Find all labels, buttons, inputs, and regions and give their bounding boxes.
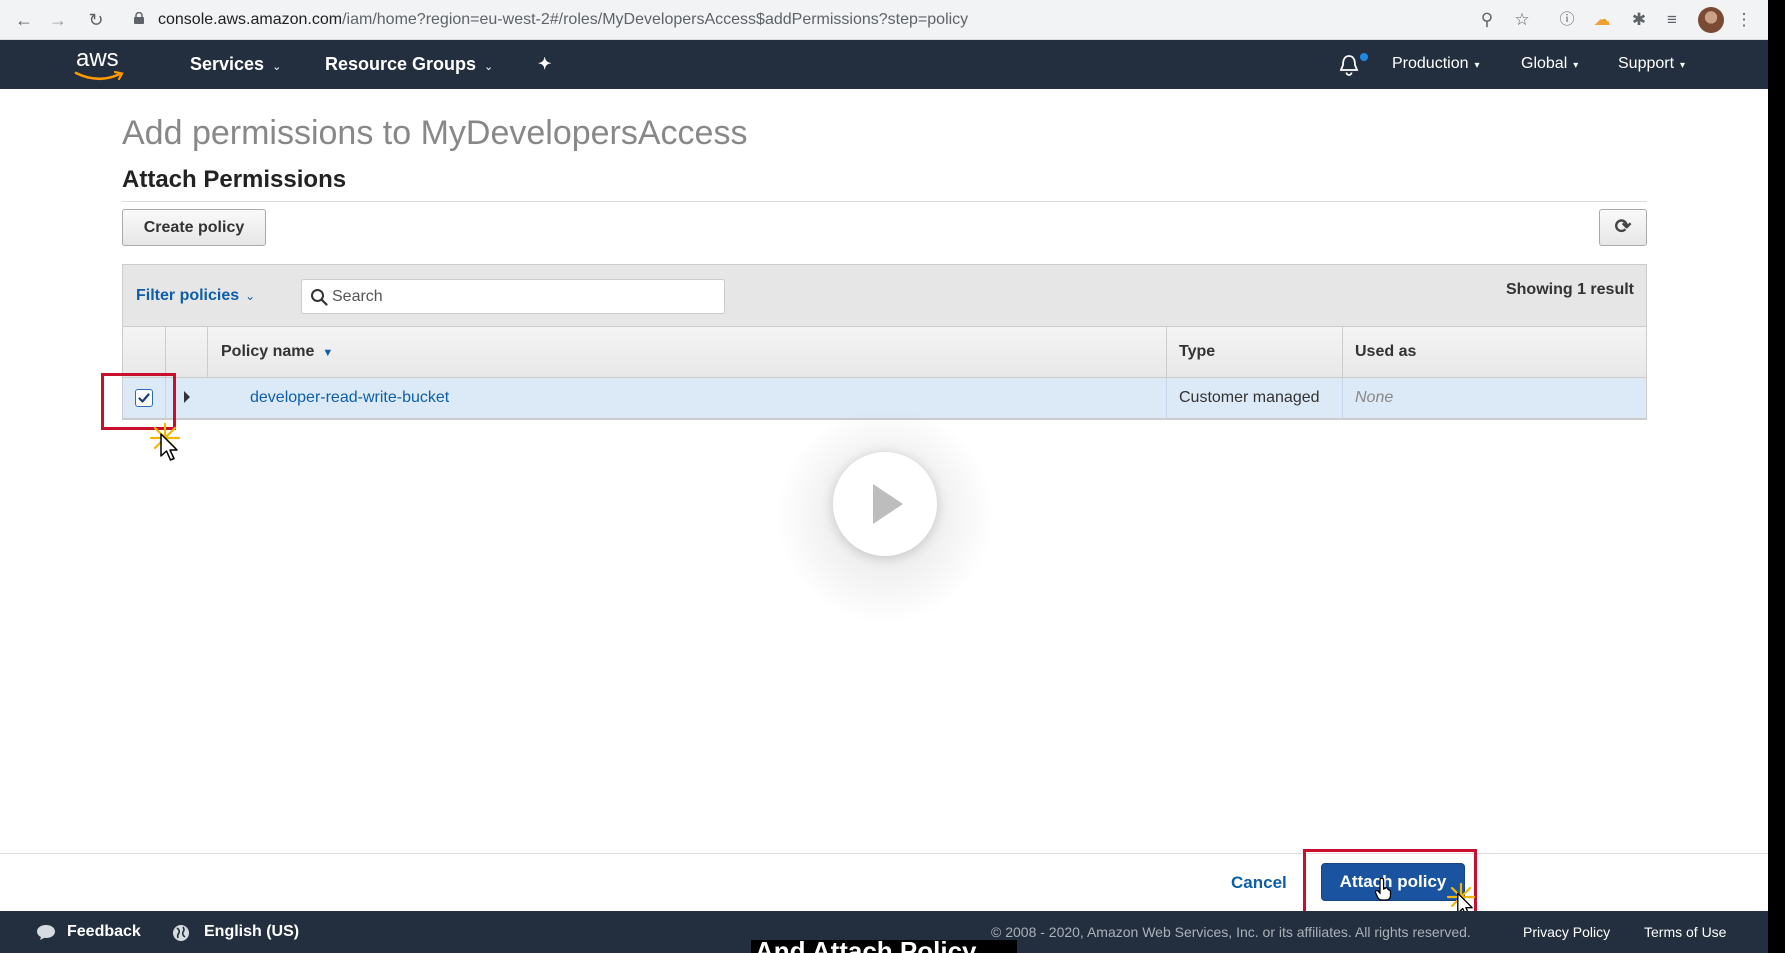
policy-name-link[interactable]: developer-read-write-bucket bbox=[250, 389, 449, 407]
filter-policies-label: Filter policies bbox=[136, 287, 240, 304]
avatar[interactable] bbox=[1698, 7, 1724, 33]
column-divider bbox=[207, 327, 208, 377]
resource-groups-menu[interactable]: Resource Groups ⌄ bbox=[325, 54, 493, 75]
column-divider bbox=[1342, 327, 1343, 377]
services-menu[interactable]: Services ⌄ bbox=[190, 54, 281, 75]
table-header-row: Policy name ▼ Type Used as bbox=[123, 327, 1646, 378]
policy-type: Customer managed bbox=[1179, 389, 1320, 406]
column-header-used-as[interactable]: Used as bbox=[1355, 343, 1416, 361]
support-menu[interactable]: Support ▾ bbox=[1618, 55, 1685, 73]
terms-of-use-link[interactable]: Terms of Use bbox=[1644, 924, 1726, 940]
viewport: ← → ↻ console.aws.amazon.com/iam/home?re… bbox=[0, 0, 1768, 953]
back-arrow-icon[interactable]: ← bbox=[12, 8, 36, 32]
page-title: Add permissions to MyDevelopersAccess bbox=[122, 114, 748, 152]
menu-dots-icon[interactable]: ⋮ bbox=[1732, 8, 1756, 32]
url-path: /iam/home?region=eu-west-2#/roles/MyDeve… bbox=[342, 11, 969, 28]
column-header-policy-name[interactable]: Policy name ▼ bbox=[221, 343, 333, 361]
attach-policy-button[interactable]: Attach policy bbox=[1321, 863, 1465, 901]
column-header-label: Policy name bbox=[221, 343, 315, 360]
feedback-link[interactable]: Feedback bbox=[67, 923, 141, 941]
reload-icon[interactable]: ↻ bbox=[84, 8, 108, 32]
info-icon[interactable]: ⓘ bbox=[1555, 8, 1579, 32]
copyright-text: © 2008 - 2020, Amazon Web Services, Inc.… bbox=[991, 924, 1471, 940]
chevron-down-icon: ⌄ bbox=[272, 61, 282, 73]
sort-desc-icon: ▼ bbox=[322, 347, 334, 359]
cloud-icon[interactable]: ☁ bbox=[1590, 8, 1614, 32]
support-label: Support bbox=[1618, 55, 1675, 72]
resource-groups-label: Resource Groups bbox=[325, 54, 477, 74]
mouse-cursor-icon bbox=[160, 433, 178, 461]
region-label: Global bbox=[1521, 55, 1568, 72]
caret-down-icon: ▾ bbox=[1573, 60, 1579, 71]
column-divider bbox=[165, 378, 166, 418]
policies-table: Filter policies ⌄ Showing 1 result Policy… bbox=[122, 264, 1647, 420]
url-domain: console.aws.amazon.com bbox=[158, 11, 343, 28]
column-divider bbox=[1166, 327, 1167, 377]
create-policy-button[interactable]: Create policy bbox=[122, 209, 266, 246]
result-count: Showing 1 result bbox=[1505, 281, 1634, 298]
pin-icon[interactable]: ✦ bbox=[538, 54, 551, 74]
forward-arrow-icon[interactable]: → bbox=[46, 8, 70, 32]
search-icon bbox=[311, 289, 328, 306]
search-input[interactable] bbox=[332, 286, 712, 308]
caption-text: And Attach Policy bbox=[755, 940, 977, 953]
checkmark-icon bbox=[138, 393, 150, 403]
video-caption: And Attach Policy bbox=[751, 940, 1017, 953]
region-menu[interactable]: Global ▾ bbox=[1521, 55, 1578, 73]
refresh-button[interactable]: ⟳ bbox=[1599, 209, 1647, 246]
language-selector[interactable]: English (US) bbox=[204, 923, 299, 941]
filter-policies-dropdown[interactable]: Filter policies ⌄ bbox=[136, 287, 255, 305]
lock-icon bbox=[134, 12, 144, 24]
account-menu[interactable]: Production ▾ bbox=[1392, 55, 1480, 73]
media-icon[interactable]: ≡ bbox=[1660, 8, 1684, 32]
hand-cursor-icon bbox=[1374, 878, 1392, 901]
column-divider bbox=[1166, 378, 1167, 418]
zoom-icon[interactable]: ⚲ bbox=[1475, 8, 1499, 32]
refresh-icon: ⟳ bbox=[1614, 216, 1632, 238]
services-label: Services bbox=[190, 54, 265, 74]
chevron-down-icon: ⌄ bbox=[245, 289, 256, 303]
footer-divider bbox=[0, 853, 1768, 854]
column-header-type[interactable]: Type bbox=[1179, 343, 1215, 361]
aws-smile-icon bbox=[74, 71, 124, 81]
expand-row-icon[interactable] bbox=[184, 391, 190, 403]
caret-down-icon: ▾ bbox=[1474, 60, 1480, 71]
divider bbox=[122, 201, 1647, 202]
address-bar[interactable]: console.aws.amazon.com/iam/home?region=e… bbox=[158, 11, 968, 29]
play-icon bbox=[873, 484, 903, 524]
aws-logo-text: aws bbox=[76, 45, 119, 72]
play-button[interactable] bbox=[833, 452, 937, 556]
chevron-down-icon: ⌄ bbox=[484, 61, 494, 73]
star-icon[interactable]: ☆ bbox=[1510, 8, 1534, 32]
chat-bubble-icon bbox=[37, 925, 55, 940]
privacy-policy-link[interactable]: Privacy Policy bbox=[1523, 924, 1610, 940]
puzzle-icon[interactable]: ✱ bbox=[1627, 8, 1651, 32]
search-box[interactable] bbox=[301, 279, 725, 314]
caret-down-icon: ▾ bbox=[1680, 60, 1686, 71]
row-checkbox[interactable] bbox=[135, 389, 153, 407]
account-label: Production bbox=[1392, 55, 1469, 72]
aws-logo[interactable]: aws bbox=[74, 45, 128, 83]
browser-toolbar: ← → ↻ console.aws.amazon.com/iam/home?re… bbox=[0, 0, 1768, 40]
section-title: Attach Permissions bbox=[122, 166, 347, 193]
cancel-button[interactable]: Cancel bbox=[1231, 873, 1287, 893]
column-divider bbox=[1342, 378, 1343, 418]
column-divider bbox=[165, 327, 166, 377]
aws-console-nav: aws Services ⌄ Resource Groups ⌄ ✦ Product… bbox=[0, 40, 1768, 89]
notification-dot bbox=[1360, 53, 1368, 61]
filter-bar: Filter policies ⌄ Showing 1 result bbox=[123, 265, 1646, 327]
bell-icon[interactable] bbox=[1338, 53, 1360, 77]
globe-icon bbox=[173, 925, 189, 941]
policy-used-as: None bbox=[1355, 389, 1394, 406]
